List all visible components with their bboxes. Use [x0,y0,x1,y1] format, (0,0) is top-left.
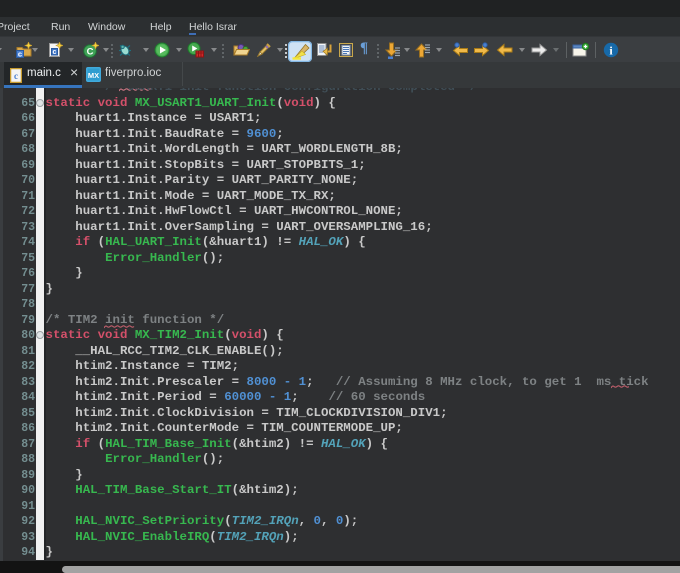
svg-text:C: C [87,47,94,58]
svg-text:c: c [14,71,18,81]
svg-text:c: c [53,49,57,56]
svg-text:MX: MX [88,71,99,80]
svg-text:c: c [18,50,22,59]
